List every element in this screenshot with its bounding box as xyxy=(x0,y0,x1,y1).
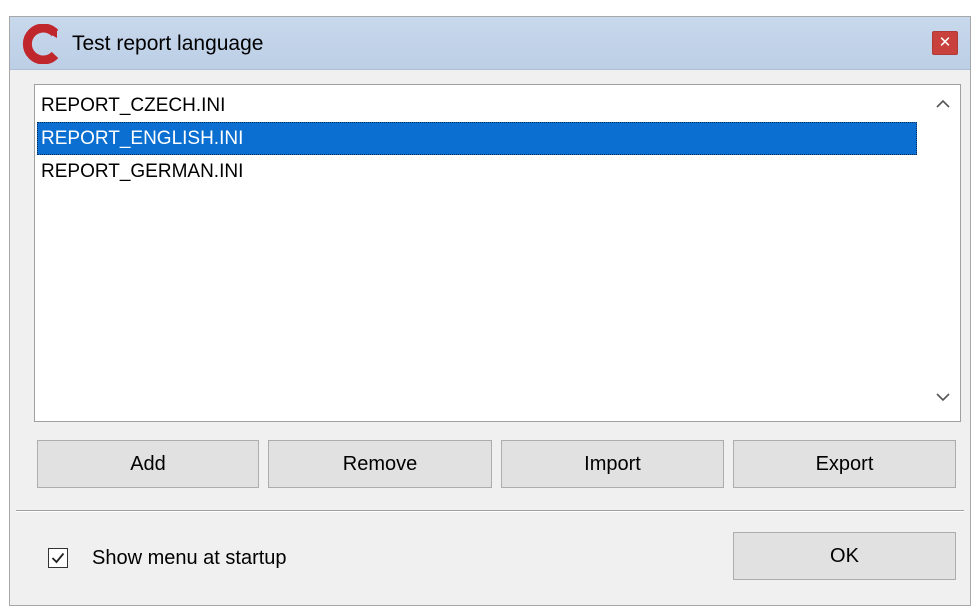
checkmark-icon xyxy=(51,552,65,564)
show-menu-checkbox[interactable] xyxy=(48,548,68,568)
divider xyxy=(16,510,964,512)
dialog-window: Test report language ✕ REPORT_CZECH.INI … xyxy=(9,16,971,606)
title-bar[interactable]: Test report language ✕ xyxy=(10,17,970,70)
language-file-list[interactable]: REPORT_CZECH.INI REPORT_ENGLISH.INI REPO… xyxy=(34,84,961,422)
scroll-up-button[interactable] xyxy=(928,91,958,121)
list-item-german[interactable]: REPORT_GERMAN.INI xyxy=(37,155,917,188)
show-menu-label[interactable]: Show menu at startup xyxy=(92,541,287,575)
list-item-czech[interactable]: REPORT_CZECH.INI xyxy=(37,89,917,122)
export-button[interactable]: Export xyxy=(733,440,956,488)
close-button[interactable]: ✕ xyxy=(932,31,958,55)
add-button[interactable]: Add xyxy=(37,440,259,488)
app-logo-icon xyxy=(22,24,59,64)
scroll-down-button[interactable] xyxy=(928,385,958,415)
import-button[interactable]: Import xyxy=(501,440,724,488)
chevron-up-icon xyxy=(936,99,950,108)
chevron-down-icon xyxy=(936,393,950,402)
ok-button[interactable]: OK xyxy=(733,532,956,580)
list-item-english[interactable]: REPORT_ENGLISH.INI xyxy=(37,122,917,155)
close-icon: ✕ xyxy=(938,34,952,51)
window-title: Test report language xyxy=(72,32,264,55)
remove-button[interactable]: Remove xyxy=(268,440,492,488)
